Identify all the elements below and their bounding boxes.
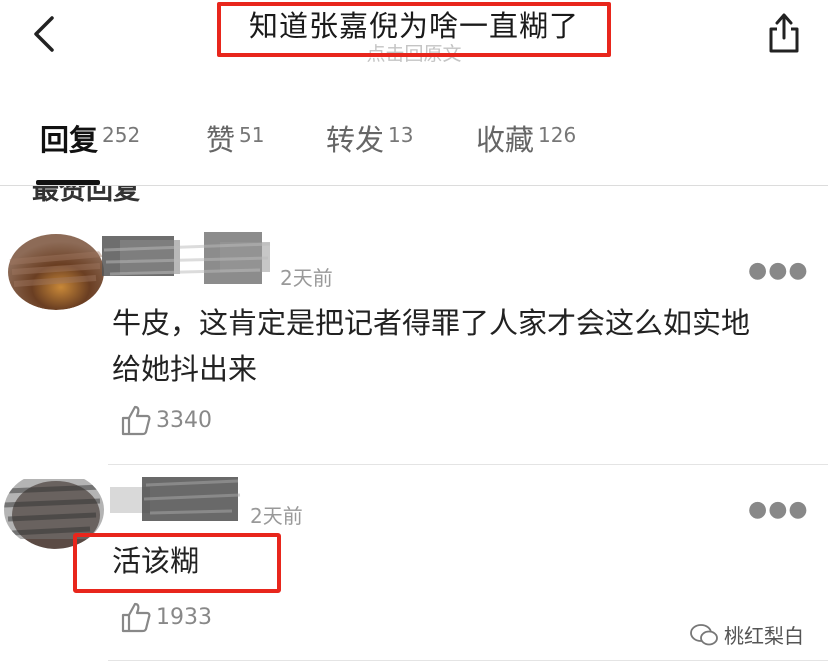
highlight-box-comment <box>73 533 281 593</box>
more-icon[interactable]: ●●● <box>748 258 808 283</box>
comment-time: 2天前 <box>280 266 333 290</box>
highlight-box-title <box>217 2 611 57</box>
tab-count: 13 <box>388 123 414 147</box>
tab-label: 赞 <box>206 123 236 157</box>
tab-reposts[interactable]: 转发 13 <box>326 118 413 186</box>
watermark: 桃红梨白 <box>690 620 804 649</box>
section-heading: 最赞回复 <box>32 186 140 204</box>
username-redacted[interactable] <box>100 230 276 286</box>
tab-count: 252 <box>102 123 141 147</box>
tab-label: 收藏 <box>476 123 535 157</box>
tab-label: 回复 <box>40 123 99 157</box>
like-count: 1933 <box>156 604 212 630</box>
tab-likes[interactable]: 赞 51 <box>206 118 264 186</box>
tab-replies[interactable]: 回复 252 <box>40 118 140 186</box>
like-button[interactable]: 3340 <box>120 404 212 436</box>
avatar[interactable] <box>6 232 106 310</box>
like-count: 3340 <box>156 407 212 433</box>
comment-item: 2天前 ●●● 牛皮，这肯定是把记者得罪了人家才会这么如实地 给她抖出来 334… <box>0 218 828 463</box>
comment-text: 牛皮，这肯定是把记者得罪了人家才会这么如实地 给她抖出来 <box>112 306 751 386</box>
thumbs-up-icon <box>121 405 151 436</box>
watermark-text: 桃红梨白 <box>724 624 804 648</box>
tab-favorites[interactable]: 收藏 126 <box>476 118 576 186</box>
comment-time: 2天前 <box>250 504 303 528</box>
like-button[interactable]: 1933 <box>120 601 212 633</box>
tab-label: 转发 <box>326 123 385 157</box>
tab-count: 51 <box>239 123 265 147</box>
username-redacted[interactable] <box>100 471 246 527</box>
share-icon <box>769 13 799 53</box>
thumbs-up-icon <box>121 602 151 633</box>
share-button[interactable] <box>766 12 802 54</box>
comment-divider <box>108 660 828 661</box>
tab-count: 126 <box>538 123 577 147</box>
wechat-icon <box>690 623 718 645</box>
more-icon[interactable]: ●●● <box>748 497 808 522</box>
